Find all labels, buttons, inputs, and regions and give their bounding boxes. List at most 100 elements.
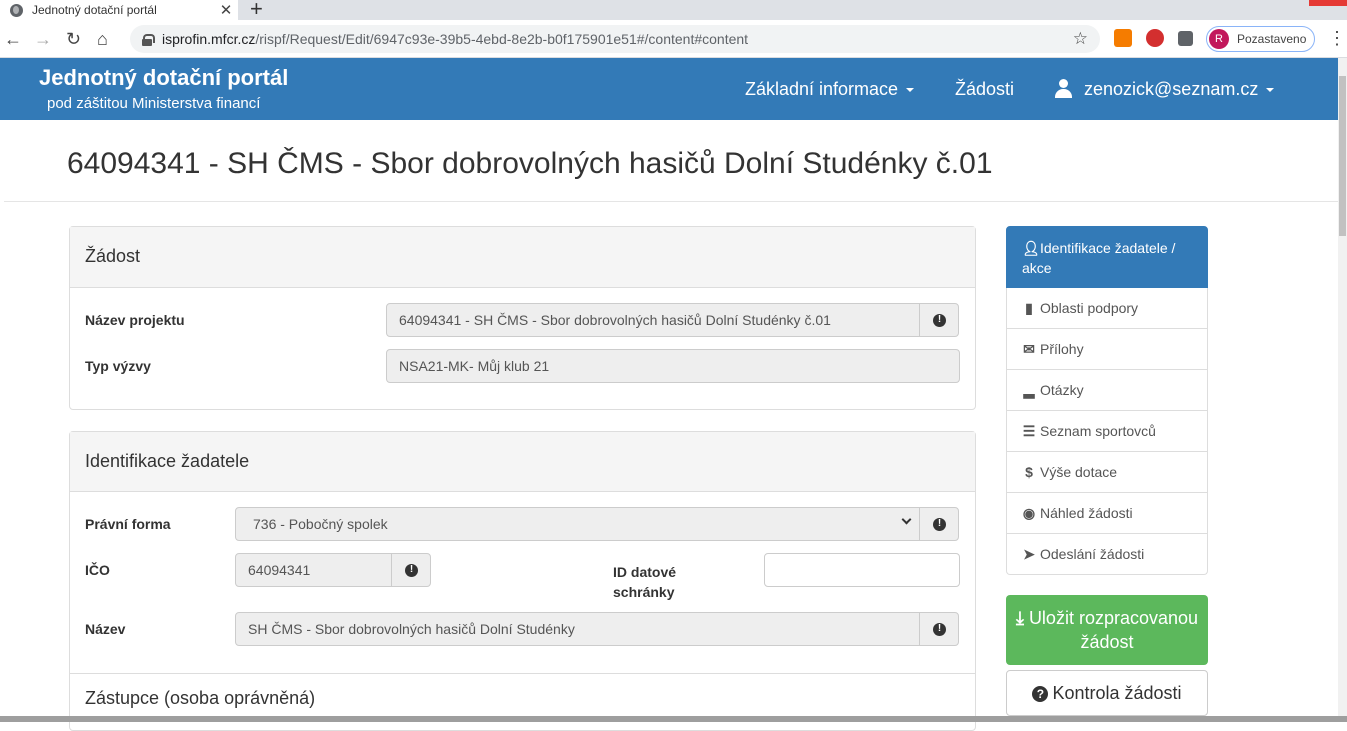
divider <box>70 673 975 674</box>
page-scrollbar[interactable] <box>1338 58 1347 716</box>
browser-toolbar: ← → ↻ ⌂ isprofin.mfcr.cz /rispf/Request/… <box>0 20 1347 58</box>
envelope-icon: ✉ <box>1023 341 1035 357</box>
save-label-1: Uložit rozpracovanou <box>1028 608 1199 628</box>
forward-icon[interactable]: → <box>34 29 52 49</box>
caret-down-icon <box>906 88 915 93</box>
address-bar[interactable]: isprofin.mfcr.cz /rispf/Request/Edit/694… <box>130 25 1100 53</box>
nav-zadosti[interactable]: Žádosti <box>955 79 1014 100</box>
info-icon <box>933 622 946 636</box>
save-draft-button[interactable]: ⤓ Uložit rozpracovanou žádost <box>1006 595 1208 665</box>
question-icon: ? <box>1032 686 1049 702</box>
sidenav-item-label: Seznam sportovců <box>1040 423 1156 439</box>
label-line: ID datové <box>613 564 677 580</box>
sidenav-item-label: Výše dotace <box>1040 464 1118 480</box>
sidenav-item-seznam-sportovcu[interactable]: ☰ Seznam sportovců <box>1006 411 1208 452</box>
panel-heading: Žádost <box>70 227 975 288</box>
book-icon: ▮ <box>1025 300 1033 316</box>
panel-heading: Identifikace žadatele <box>70 432 975 492</box>
label-id-datove-schranky: ID datové schránky <box>613 562 676 602</box>
browser-tab-strip: Jednotný dotační portál ✕ + <box>0 0 1347 22</box>
sidenav-item-oblasti-podpory[interactable]: ▮ Oblasti podpory <box>1006 288 1208 329</box>
reload-icon[interactable]: ↻ <box>66 29 81 49</box>
pravni-forma-value: 736 - Pobočný spolek <box>253 516 388 532</box>
label-line: schránky <box>613 584 675 600</box>
nav-zakladni-informace[interactable]: Základní informace <box>745 79 915 100</box>
puzzle-extensions-icon[interactable] <box>1178 31 1193 46</box>
divider <box>4 201 1338 202</box>
sidenav: 👤︎Identifikace žadatele / akce ▮ Oblasti … <box>1006 226 1208 575</box>
label-typ-vyzvy: Typ výzvy <box>85 358 151 374</box>
user-icon: 👤︎ <box>1022 240 1040 256</box>
brand-subtitle[interactable]: pod záštitou Ministerstva financí <box>47 95 260 112</box>
label-nazev-projektu: Název projektu <box>85 312 185 328</box>
sidenav-item-prilohy[interactable]: ✉ Přílohy <box>1006 329 1208 370</box>
list-icon: ☰ <box>1022 423 1036 439</box>
save-label-2: žádost <box>1080 632 1134 652</box>
zastupce-heading: Zástupce (osoba oprávněná) <box>85 688 316 708</box>
label-pravni-forma: Právní forma <box>85 516 171 532</box>
url-path: /rispf/Request/Edit/6947c93e-39b5-4ebd-8… <box>255 31 749 47</box>
download-icon: ⤓ <box>1015 608 1024 628</box>
close-tab-icon[interactable]: ✕ <box>214 1 238 19</box>
typ-vyzvy-field[interactable]: NSA21-MK- Můj klub 21 <box>386 349 960 383</box>
page-title: 64094341 - SH ČMS - Sbor dobrovolných ha… <box>67 147 993 180</box>
sidenav-item-label: Otázky <box>1040 382 1084 398</box>
info-icon <box>405 563 418 577</box>
sidenav-item-label: Odeslání žádosti <box>1040 546 1145 562</box>
caret-down-icon <box>1266 88 1275 93</box>
profile-status: Pozastaveno <box>1237 32 1307 46</box>
send-icon: ➤ <box>1023 546 1035 562</box>
dollar-icon: $ <box>1025 464 1033 480</box>
check-request-button[interactable]: ? Kontrola žádosti <box>1006 670 1208 716</box>
sidenav-item-label: Přílohy <box>1040 341 1084 357</box>
new-tab-button[interactable]: + <box>250 0 263 22</box>
nav-zakladni-informace-label: Základní informace <box>745 79 899 99</box>
info-button[interactable] <box>919 612 959 646</box>
sidenav-item-nahled-zadosti[interactable]: ◉ Náhled žádosti <box>1006 493 1208 534</box>
sidenav-item-label: Identifikace žadatele / akce <box>1022 240 1176 276</box>
sidenav-item-odeslani-zadosti[interactable]: ➤ Odeslání žádosti <box>1006 534 1208 575</box>
eye-icon: ◉ <box>1022 505 1036 521</box>
info-button[interactable] <box>919 507 959 541</box>
browser-tab[interactable]: Jednotný dotační portál ✕ <box>0 0 238 20</box>
url-domain: isprofin.mfcr.cz <box>162 31 256 47</box>
window-close-strip[interactable] <box>1309 0 1347 6</box>
chevron-down-icon <box>901 514 912 525</box>
nav-user-menu[interactable]: zenozick@seznam.cz <box>1054 79 1275 100</box>
info-button[interactable] <box>391 553 431 587</box>
ico-field[interactable]: 64094341 <box>235 553 393 587</box>
browser-menu-icon[interactable]: ⋮ <box>1328 28 1346 49</box>
user-email: zenozick@seznam.cz <box>1084 79 1259 99</box>
back-icon[interactable]: ← <box>4 29 22 49</box>
label-nazev: Název <box>85 621 126 637</box>
home-icon[interactable]: ⌂ <box>97 29 108 49</box>
avatar: R <box>1209 29 1229 49</box>
globe-icon <box>10 3 23 17</box>
sidenav-item-vyse-dotace[interactable]: $ Výše dotace <box>1006 452 1208 493</box>
user-icon <box>1054 79 1072 98</box>
mail-extension-icon[interactable] <box>1114 29 1132 47</box>
label-ico: IČO <box>85 562 110 578</box>
signal-icon: ▂ <box>1023 382 1035 398</box>
nazev-projektu-field[interactable]: 64094341 - SH ČMS - Sbor dobrovolných ha… <box>386 303 921 337</box>
pravni-forma-select[interactable]: 736 - Pobočný spolek <box>235 507 921 541</box>
id-datove-schranky-input[interactable] <box>764 553 960 587</box>
sidenav-item-label: Oblasti podpory <box>1040 300 1139 316</box>
nazev-field[interactable]: SH ČMS - Sbor dobrovolných hasičů Dolní … <box>235 612 921 646</box>
site-navbar: Jednotný dotační portál pod záštitou Min… <box>0 58 1338 120</box>
scrollbar-thumb[interactable] <box>1339 76 1346 236</box>
lock-icon <box>142 33 155 46</box>
bookmark-star-icon[interactable]: ☆ <box>1073 29 1088 49</box>
sidenav-item-otazky[interactable]: ▂ Otázky <box>1006 370 1208 411</box>
brand-title[interactable]: Jednotný dotační portál <box>39 65 288 91</box>
os-taskbar <box>0 716 1347 722</box>
sidenav-item-label: Náhled žádosti <box>1040 505 1133 521</box>
adblock-extension-icon[interactable] <box>1146 29 1164 47</box>
panel-zadost: Žádost Název projektu 64094341 - SH ČMS … <box>69 226 976 410</box>
info-button[interactable] <box>919 303 959 337</box>
sidenav-item-identifikace[interactable]: 👤︎Identifikace žadatele / akce <box>1006 226 1208 288</box>
info-icon <box>933 517 946 531</box>
check-label: Kontrola žádosti <box>1052 683 1182 703</box>
profile-button[interactable]: R Pozastaveno <box>1206 26 1315 52</box>
panel-identifikace: Identifikace žadatele Právní forma 736 -… <box>69 431 976 731</box>
